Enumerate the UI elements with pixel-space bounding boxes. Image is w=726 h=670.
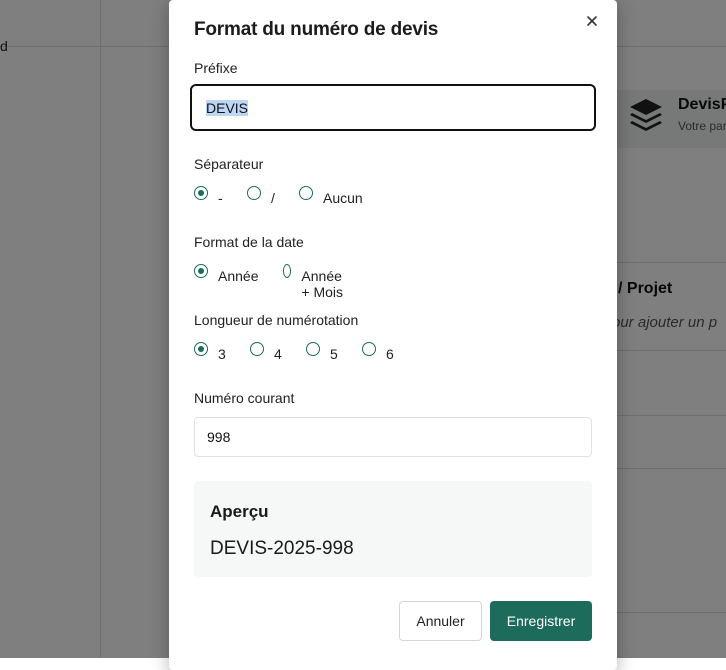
current-number-input[interactable] (194, 417, 592, 457)
cancel-button[interactable]: Annuler (399, 601, 482, 641)
separator-radio-none[interactable]: Aucun (299, 186, 363, 206)
radio-unselected[interactable] (250, 342, 264, 356)
radio-label: 4 (274, 346, 282, 362)
radio-label: Année + Mois (301, 268, 344, 300)
radio-label: Aucun (323, 190, 363, 206)
radio-selected[interactable] (194, 186, 208, 200)
radio-label: 6 (386, 346, 394, 362)
radio-label: - (218, 190, 223, 206)
radio-unselected[interactable] (283, 264, 292, 278)
radio-unselected[interactable] (247, 186, 261, 200)
preview-value: DEVIS-2025-998 (210, 538, 354, 559)
radio-unselected[interactable] (362, 342, 376, 356)
length-radio-3[interactable]: 3 (194, 342, 226, 362)
radio-unselected[interactable] (299, 186, 313, 200)
close-icon[interactable] (583, 12, 601, 30)
current-number-label: Numéro courant (194, 390, 295, 406)
separator-label: Séparateur (194, 156, 264, 172)
radio-unselected[interactable] (306, 342, 320, 356)
preview-box: Aperçu DEVIS-2025-998 (194, 481, 592, 577)
radio-label: 3 (218, 346, 226, 362)
date-format-label: Format de la date (194, 234, 304, 250)
format-dialog: Format du numéro de devis Préfixe Sépara… (169, 0, 617, 670)
prefix-input[interactable] (190, 84, 596, 131)
radio-label: Année (218, 268, 259, 284)
save-button[interactable]: Enregistrer (490, 601, 592, 641)
radio-selected[interactable] (194, 264, 208, 278)
preview-title: Aperçu (210, 502, 269, 521)
date-radio-year[interactable]: Année (194, 264, 258, 284)
radio-label: 5 (330, 346, 338, 362)
length-label: Longueur de numérotation (194, 312, 359, 328)
separator-radio-slash[interactable]: / (247, 186, 275, 206)
radio-label: / (271, 190, 275, 206)
length-radio-4[interactable]: 4 (250, 342, 282, 362)
date-radio-year-month[interactable]: Année + Mois (283, 264, 347, 300)
radio-selected[interactable] (194, 342, 208, 356)
dialog-title: Format du numéro de devis (194, 19, 439, 40)
prefix-label: Préfixe (194, 60, 238, 76)
length-radio-6[interactable]: 6 (362, 342, 394, 362)
separator-radio-dash[interactable]: - (194, 186, 223, 206)
length-radio-5[interactable]: 5 (306, 342, 338, 362)
